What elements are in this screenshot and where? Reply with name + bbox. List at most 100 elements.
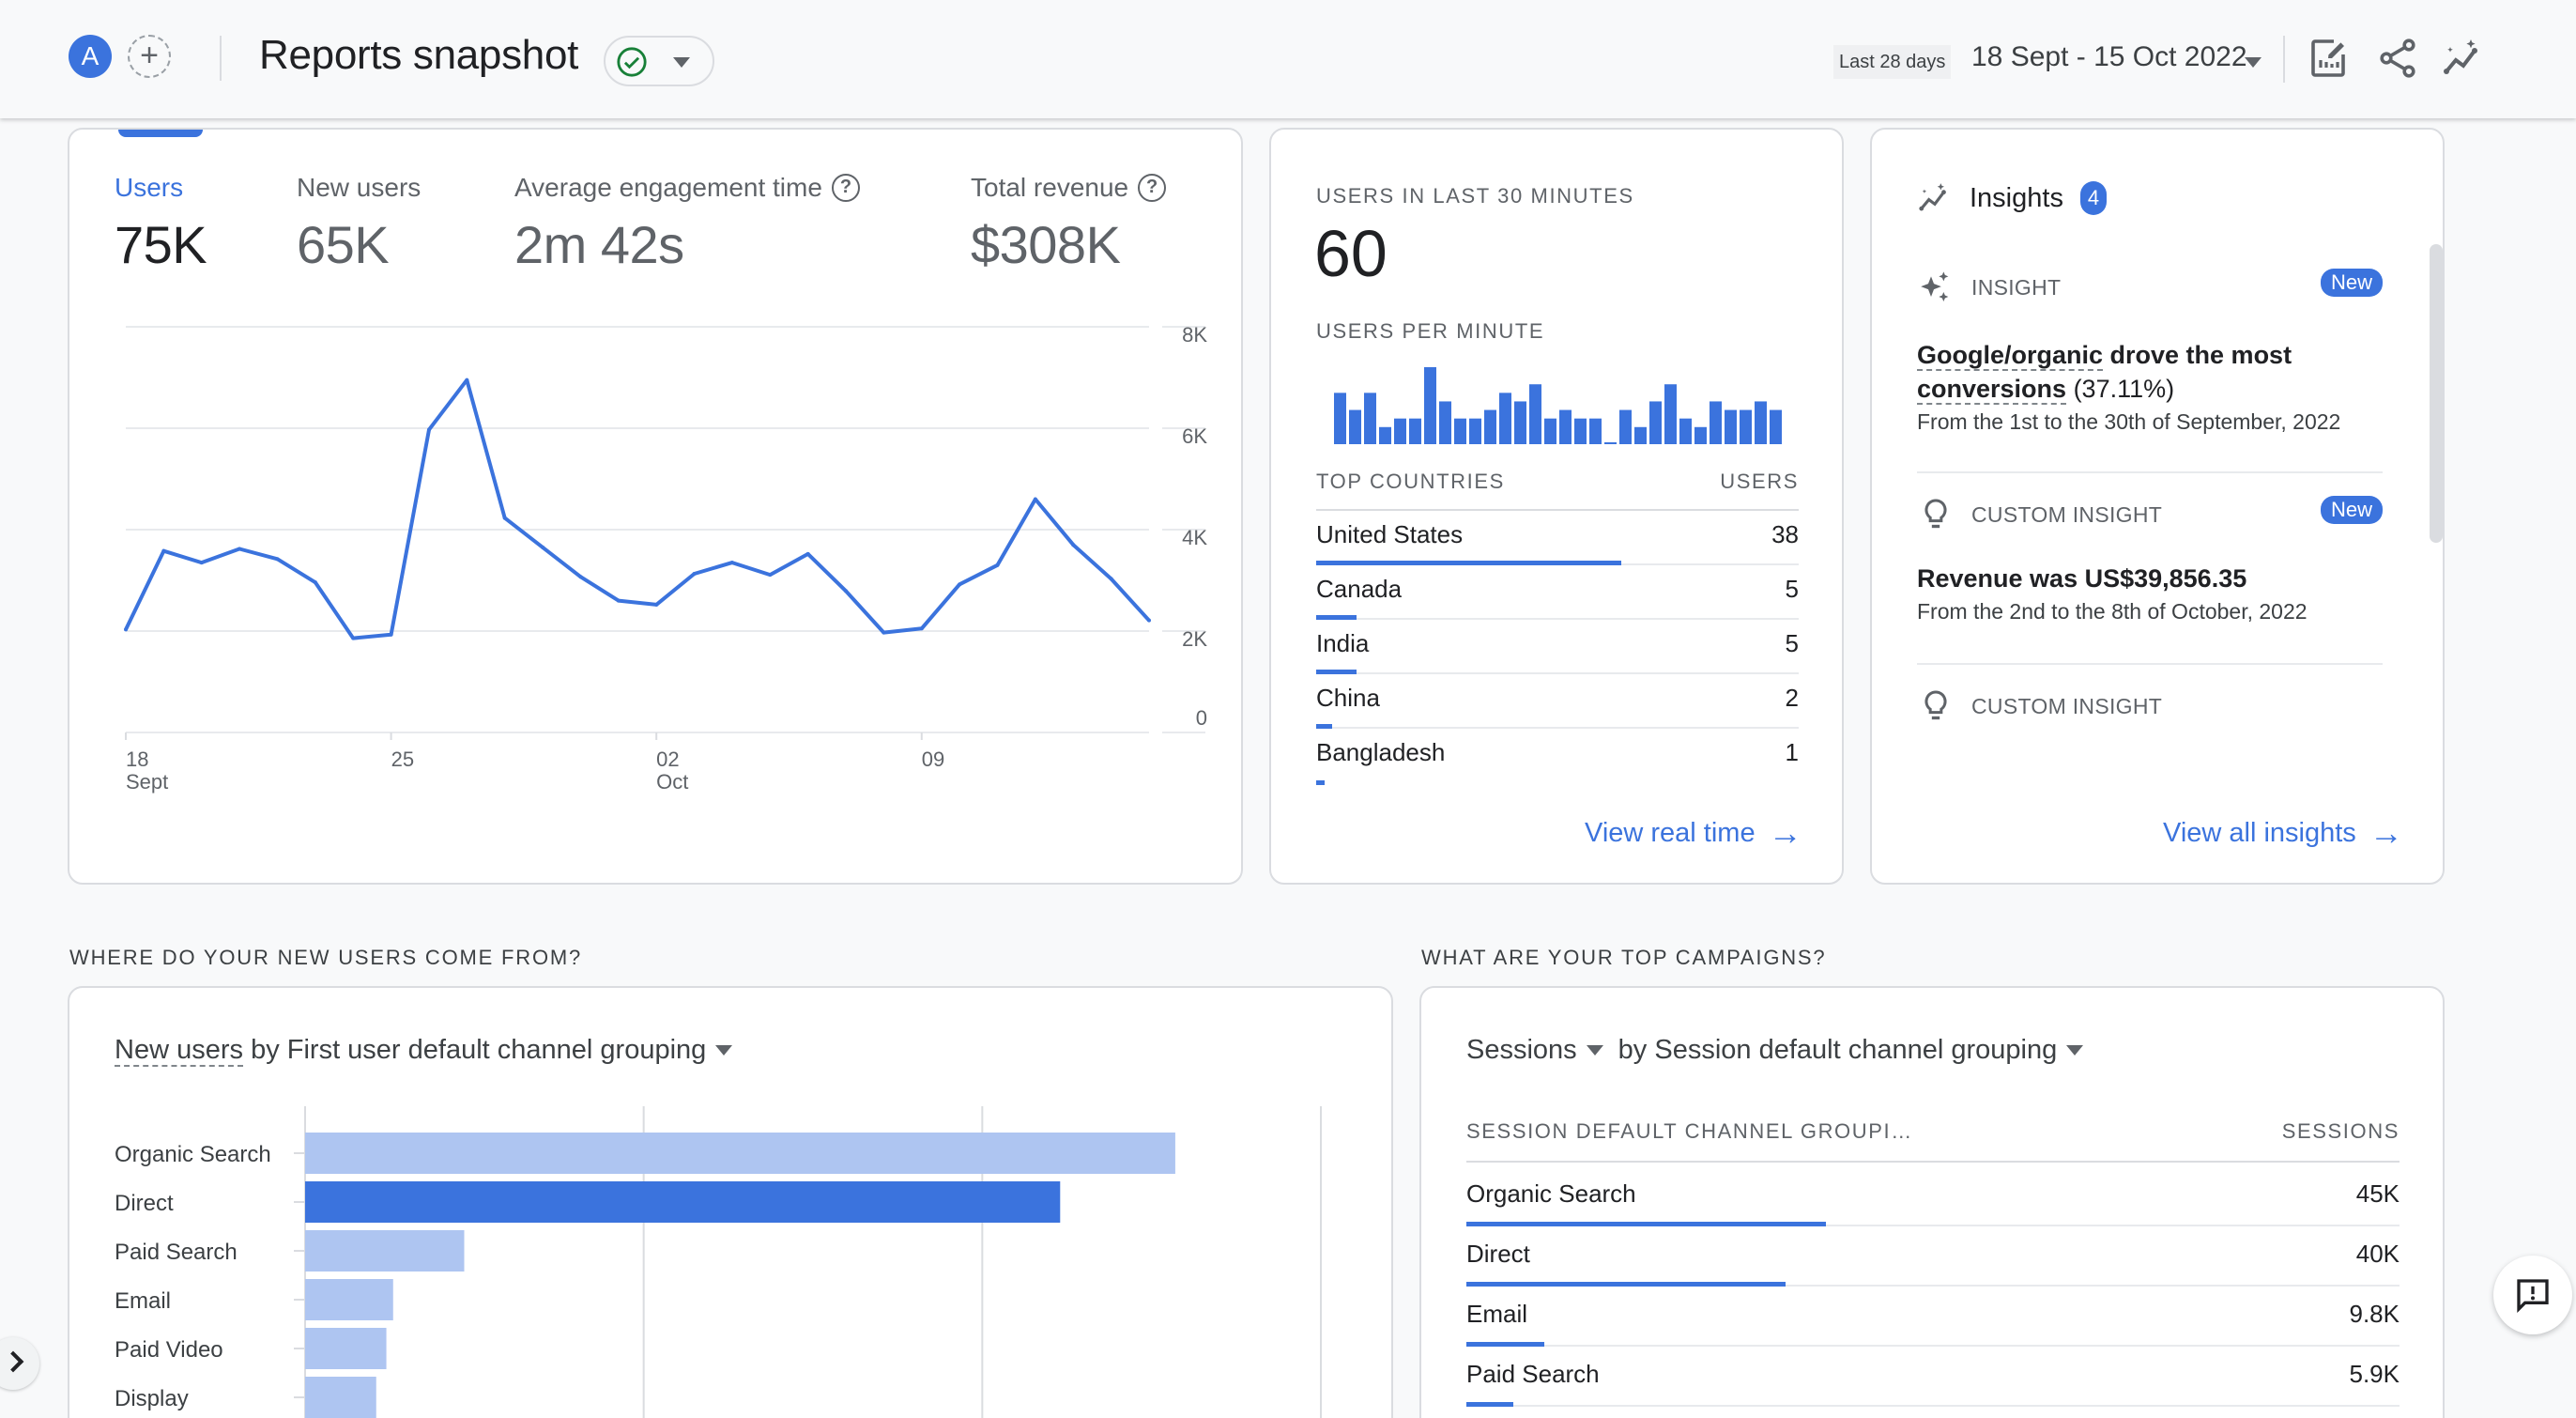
channel-bar[interactable] bbox=[305, 1133, 1175, 1174]
minute-bar[interactable] bbox=[1574, 419, 1587, 444]
date-preset-chip[interactable]: Last 28 days bbox=[1833, 45, 1951, 79]
minute-bar[interactable] bbox=[1424, 367, 1436, 444]
minute-bar[interactable] bbox=[1379, 427, 1391, 444]
minute-bar[interactable] bbox=[1770, 410, 1782, 444]
date-dropdown-caret-icon[interactable] bbox=[2245, 57, 2262, 68]
data-point[interactable] bbox=[200, 561, 204, 564]
minute-bar[interactable] bbox=[1649, 401, 1662, 444]
insight-item[interactable]: INSIGHT New Google/organic drove the mos… bbox=[1917, 269, 2383, 435]
session-channel-row[interactable]: Organic Search 45K bbox=[1466, 1166, 2400, 1226]
chevron-down-icon[interactable] bbox=[2066, 1045, 2083, 1056]
minute-bar[interactable] bbox=[1349, 410, 1361, 444]
minute-bar[interactable] bbox=[1484, 410, 1496, 444]
data-point[interactable] bbox=[238, 547, 241, 551]
category-label: Direct bbox=[115, 1191, 174, 1216]
insight-item[interactable]: CUSTOM INSIGHT bbox=[1917, 687, 2383, 725]
minute-bar[interactable] bbox=[1559, 410, 1572, 444]
minute-bar[interactable] bbox=[1514, 401, 1526, 444]
report-status-dropdown[interactable] bbox=[604, 36, 714, 86]
sessions-value: 5.9K bbox=[2350, 1360, 2400, 1389]
channel-bar[interactable] bbox=[305, 1230, 465, 1272]
data-point[interactable] bbox=[844, 589, 848, 593]
minute-bar[interactable] bbox=[1664, 384, 1677, 444]
country-row[interactable]: China 2 bbox=[1316, 674, 1799, 729]
data-point[interactable] bbox=[578, 575, 582, 578]
country-row[interactable]: Bangladesh 1 bbox=[1316, 729, 1799, 783]
minute-bar[interactable] bbox=[1725, 410, 1737, 444]
minute-bar[interactable] bbox=[1679, 419, 1692, 444]
minute-bar[interactable] bbox=[1619, 410, 1632, 444]
minute-bar[interactable] bbox=[1694, 427, 1707, 444]
data-point[interactable] bbox=[920, 626, 924, 630]
data-point[interactable] bbox=[390, 633, 393, 637]
data-point[interactable] bbox=[654, 603, 658, 607]
insights-scrollbar[interactable] bbox=[2430, 244, 2443, 543]
minute-bar[interactable] bbox=[1755, 401, 1767, 444]
data-point[interactable] bbox=[161, 549, 165, 553]
data-point[interactable] bbox=[730, 561, 734, 564]
data-point[interactable] bbox=[806, 552, 810, 556]
minute-bar[interactable] bbox=[1529, 384, 1541, 444]
minute-bar[interactable] bbox=[1589, 419, 1602, 444]
data-point[interactable] bbox=[1034, 498, 1037, 501]
channel-bar[interactable] bbox=[305, 1328, 387, 1369]
dimension-selector[interactable]: by Session default channel grouping bbox=[1618, 1035, 2058, 1066]
data-point[interactable] bbox=[124, 627, 128, 631]
data-point[interactable] bbox=[465, 378, 468, 382]
data-point[interactable] bbox=[427, 428, 431, 432]
minute-bar[interactable] bbox=[1364, 393, 1376, 444]
channel-bar[interactable] bbox=[305, 1279, 393, 1320]
country-row[interactable]: Canada 5 bbox=[1316, 565, 1799, 620]
data-point[interactable] bbox=[275, 557, 279, 561]
session-channel-row[interactable]: Email 9.8K bbox=[1466, 1287, 2400, 1347]
session-channel-row[interactable]: Direct 40K bbox=[1466, 1226, 2400, 1287]
data-point[interactable] bbox=[768, 573, 772, 577]
comparison-avatar[interactable]: A bbox=[69, 35, 112, 78]
insights-button[interactable] bbox=[2441, 36, 2486, 81]
data-point[interactable] bbox=[1147, 619, 1151, 623]
minute-bar[interactable] bbox=[1394, 419, 1406, 444]
session-channel-row[interactable]: Paid Search 5.9K bbox=[1466, 1347, 2400, 1407]
data-point[interactable] bbox=[503, 516, 507, 520]
data-point[interactable] bbox=[351, 637, 355, 640]
channel-bar[interactable] bbox=[305, 1377, 376, 1418]
data-point[interactable] bbox=[693, 572, 697, 576]
metric-selector[interactable]: Sessions bbox=[1466, 1035, 1577, 1066]
share-button[interactable] bbox=[2375, 36, 2420, 81]
category-label: Paid Video bbox=[115, 1337, 223, 1363]
expand-sidebar-button[interactable] bbox=[0, 1337, 39, 1390]
dimension-link[interactable]: Google/organic bbox=[1917, 341, 2103, 371]
data-point[interactable] bbox=[617, 599, 621, 603]
data-point[interactable] bbox=[996, 563, 1000, 567]
data-point[interactable] bbox=[541, 546, 544, 549]
channel-bar[interactable] bbox=[305, 1181, 1060, 1223]
data-point[interactable] bbox=[1071, 543, 1075, 547]
data-point[interactable] bbox=[314, 580, 317, 584]
minute-bar[interactable] bbox=[1740, 410, 1752, 444]
feedback-button[interactable] bbox=[2493, 1256, 2572, 1334]
date-range-picker[interactable]: 18 Sept - 15 Oct 2022 bbox=[1971, 41, 2247, 73]
minute-bar[interactable] bbox=[1710, 401, 1722, 444]
data-point[interactable] bbox=[1110, 577, 1113, 580]
minute-bar[interactable] bbox=[1634, 427, 1647, 444]
metric-link[interactable]: conversions bbox=[1917, 375, 2066, 405]
data-point[interactable] bbox=[958, 582, 961, 586]
country-name: Bangladesh bbox=[1316, 738, 1445, 767]
minute-bar[interactable] bbox=[1334, 393, 1346, 444]
add-comparison-button[interactable]: + bbox=[128, 35, 171, 78]
country-row[interactable]: United States 38 bbox=[1316, 511, 1799, 565]
chevron-down-icon[interactable] bbox=[1587, 1045, 1603, 1056]
minute-bar[interactable] bbox=[1499, 393, 1511, 444]
minute-bar[interactable] bbox=[1454, 419, 1466, 444]
minute-bar[interactable] bbox=[1604, 442, 1617, 444]
minute-bar[interactable] bbox=[1439, 401, 1451, 444]
minute-bar[interactable] bbox=[1409, 419, 1421, 444]
view-all-insights-link[interactable]: View all insights → bbox=[2163, 813, 2403, 853]
data-point[interactable] bbox=[882, 631, 885, 635]
view-real-time-link[interactable]: View real time → bbox=[1585, 813, 1802, 853]
customize-report-button[interactable] bbox=[2306, 36, 2351, 81]
insight-item[interactable]: CUSTOM INSIGHT New Revenue was US$39,856… bbox=[1917, 496, 2383, 624]
minute-bar[interactable] bbox=[1544, 419, 1556, 444]
country-row[interactable]: India 5 bbox=[1316, 620, 1799, 674]
minute-bar[interactable] bbox=[1469, 419, 1481, 444]
